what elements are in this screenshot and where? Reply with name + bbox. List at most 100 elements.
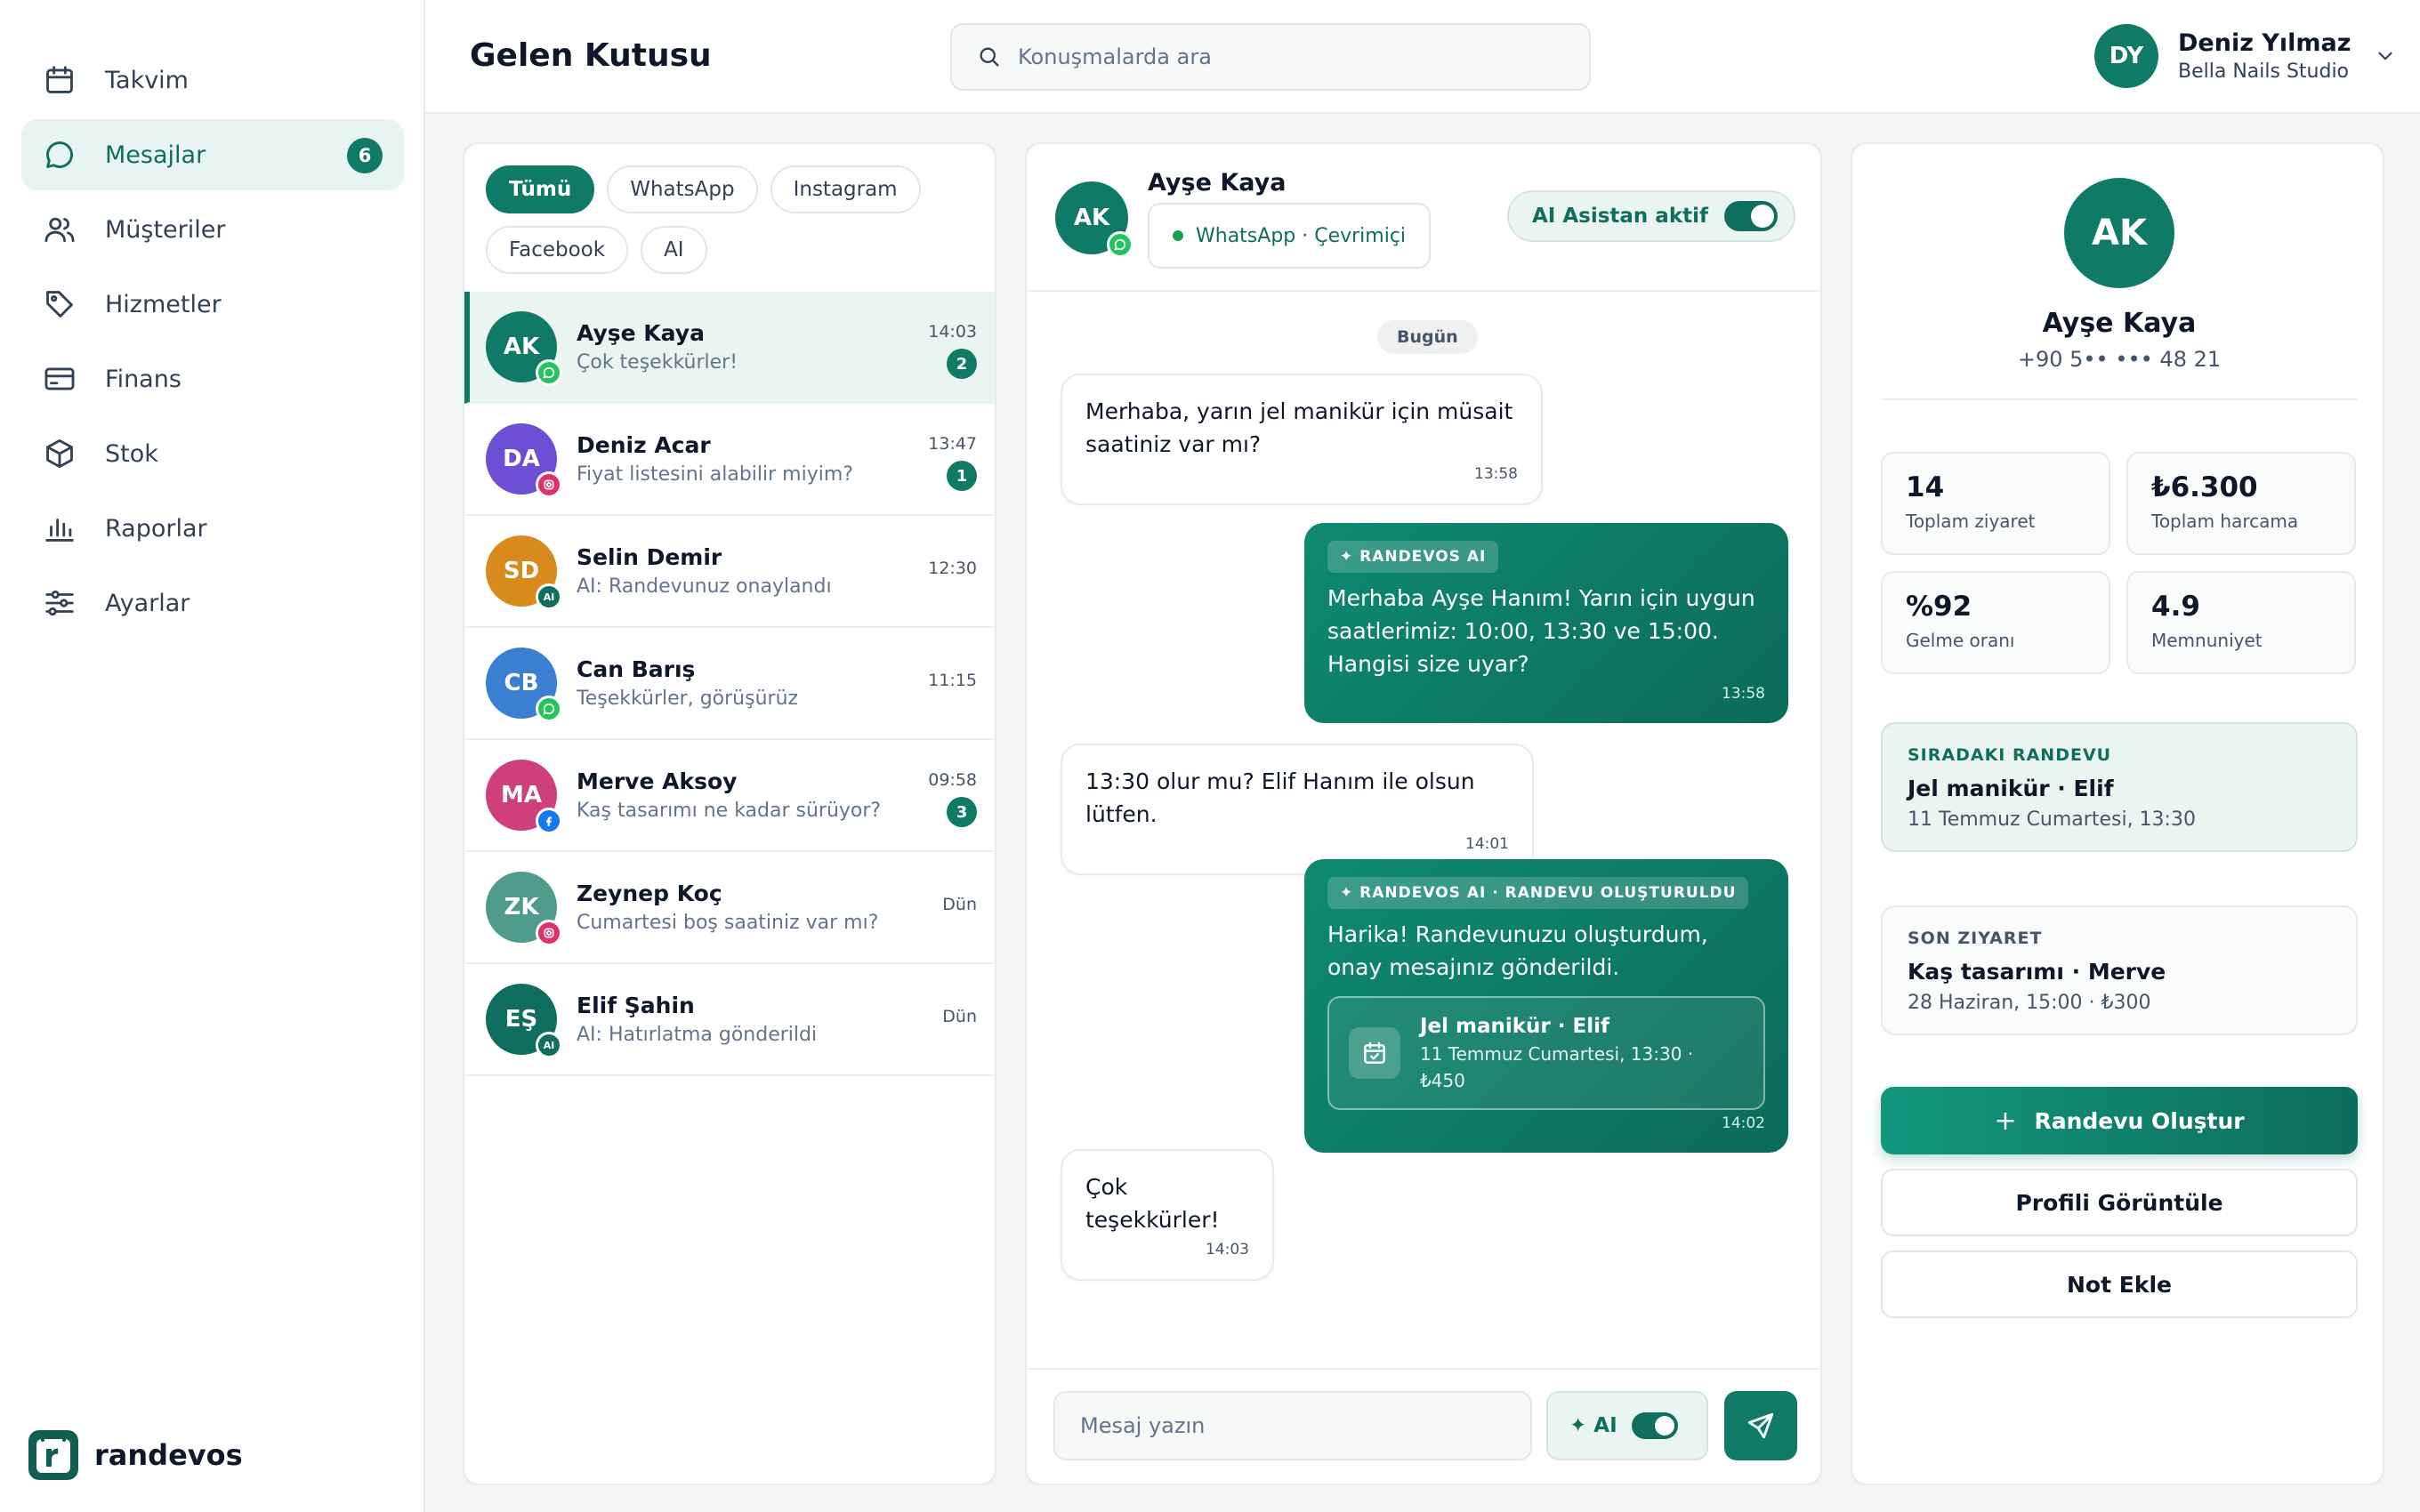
avatar-initials: DA [503, 446, 540, 472]
conversation-time: Dün [942, 1007, 977, 1026]
stat-value: 4.9 [2151, 591, 2200, 623]
ai-tag: ✦ RANDEVOS AI · RANDEVU OLUŞTURULDU [1327, 877, 1749, 909]
sidebar-item-mesajlar[interactable]: Mesajlar 6 [21, 119, 404, 190]
conversation-item[interactable]: DA Deniz Acar Fiyat listesini alabilir miy… [464, 404, 995, 516]
stat-label: Toplam harcama [2151, 511, 2299, 532]
sidebar-item-finans[interactable]: Finans [21, 343, 404, 414]
sidebar-item-label: Stok [105, 439, 158, 468]
conversation-name: Elif Şahin [577, 993, 695, 1018]
add-note-label: Not Ekle [2067, 1271, 2172, 1298]
stat-label: Toplam ziyaret [1906, 511, 2036, 532]
user-menu[interactable]: DY Deniz Yılmaz Bella Nails Studio [2094, 24, 2397, 88]
avatar[interactable]: AK [1055, 181, 1133, 258]
ai-assistant-toggle[interactable]: AI Asistan aktif [1506, 190, 1795, 242]
conversation-item[interactable]: EŞ AI Elif Şahin AI: Hatırlatma gönderildi D… [464, 964, 995, 1076]
unread-count-badge: 2 [947, 349, 977, 379]
create-appointment-button[interactable]: + Randevu Oluştur [1881, 1087, 2358, 1154]
filter-all[interactable]: Tümü [486, 165, 595, 213]
sidebar-item-raporlar[interactable]: Raporlar [21, 493, 404, 564]
message-text: 13:30 olur mu? Elif Hanım ile olsun lütf… [1085, 768, 1475, 827]
user-name: Deniz Yılmaz [2178, 29, 2351, 57]
conversation-item[interactable]: ZK Zeynep Koç Cumartesi boş saatiniz var m… [464, 852, 995, 964]
sidebar-item-hizmetler[interactable]: Hizmetler [21, 269, 404, 340]
calendar-check-icon [1349, 1027, 1400, 1079]
unread-count-badge: 3 [947, 797, 977, 827]
sidebar-item-stok[interactable]: Stok [21, 418, 404, 489]
next-appointment[interactable]: SIRADAKI RANDEVU Jel manikür · Elif 11 T… [1881, 722, 2358, 852]
unread-count-badge: 1 [947, 461, 977, 491]
message-text: Harika! Randevunuzu oluşturdum, onay mes… [1327, 921, 1708, 980]
sidebar-item-musteriler[interactable]: Müşteriler [21, 194, 404, 265]
sidebar-item-ayarlar[interactable]: Ayarlar [21, 567, 404, 639]
avatar: MA [486, 760, 562, 834]
ai-compose-toggle[interactable]: ✦ AI [1546, 1391, 1708, 1460]
conversation-time: 09:58 [928, 770, 977, 790]
page-title: Gelen Kutusu [470, 37, 712, 74]
search-input[interactable] [1018, 44, 1552, 69]
instagram-icon [536, 471, 562, 498]
divider [1881, 398, 2358, 400]
chevron-down-icon [2378, 52, 2393, 60]
conversation-item[interactable]: AK Ayşe Kaya Çok teşekkürler! 14:03 2 [464, 292, 995, 404]
avatar-initials: AK [1073, 205, 1110, 231]
appointment-card[interactable]: Jel manikür · Elif 11 Temmuz Cumartesi, … [1327, 996, 1765, 1110]
filter-instagram[interactable]: Instagram [770, 165, 921, 213]
stat-attendance-rate: %92 Gelme oranı [1881, 571, 2110, 674]
sidebar: Takvim Mesajlar 6 Müşteriler Hizmetler F… [0, 0, 425, 1512]
sidebar-item-label: Müşteriler [105, 215, 226, 244]
brand[interactable]: randevos [28, 1430, 243, 1480]
calendar-icon [46, 66, 73, 93]
filter-whatsapp[interactable]: WhatsApp [607, 165, 758, 213]
toggle-switch[interactable] [1724, 201, 1778, 231]
conversation-text: Zeynep Koç Cumartesi boş saatiniz var mı? [577, 881, 995, 934]
day-separator: Bugün [1377, 320, 1478, 354]
stat-label: Gelme oranı [1906, 630, 2015, 651]
customer-phone: +90 5•• ••• 48 21 [2017, 347, 2222, 372]
filter-ai[interactable]: AI [641, 226, 707, 274]
view-profile-button[interactable]: Profili Görüntüle [1881, 1169, 2358, 1236]
facebook-icon [536, 808, 562, 834]
conversation-item[interactable]: CB Can Barış Teşekkürler, görüşürüz 11:15 [464, 628, 995, 740]
stat-value: 14 [1906, 471, 1945, 503]
sliders-icon [45, 590, 74, 616]
avatar-initials: EŞ [504, 1006, 538, 1033]
message-input[interactable] [1053, 1391, 1532, 1460]
conversation-preview: AI: Hatırlatma gönderildi [577, 1024, 818, 1046]
filter-facebook[interactable]: Facebook [486, 226, 629, 274]
studio-name: Bella Nails Studio [2178, 60, 2350, 83]
message-time: 13:58 [1722, 685, 1765, 703]
last-visit-details: 28 Haziran, 15:00 · ₺300 [1908, 992, 2151, 1014]
top-header: Gelen Kutusu DY Deniz Yılmaz Bella Nails… [425, 0, 2420, 114]
conversation-name: Zeynep Koç [577, 881, 722, 906]
sidebar-item-label: Finans [105, 365, 182, 393]
whatsapp-icon [536, 696, 562, 722]
sidebar-item-takvim[interactable]: Takvim [21, 44, 404, 116]
ai-icon: AI [536, 583, 562, 610]
ai-toggle-label: AI Asistan aktif [1531, 205, 1708, 228]
plus-icon: + [1994, 1105, 2017, 1137]
appointment-details: 11 Temmuz Cumartesi, 13:30 · ₺450 [1419, 1043, 1694, 1091]
customer-profile: AK Ayşe Kaya +90 5•• ••• 48 21 14 Toplam… [1851, 142, 2384, 1485]
add-note-button[interactable]: Not Ekle [1881, 1251, 2358, 1318]
last-visit[interactable]: SON ZIYARET Kaş tasarımı · Merve 28 Hazi… [1881, 905, 2358, 1035]
message-incoming: Çok teşekkürler! 14:03 [1061, 1149, 1274, 1281]
conversation-preview: Teşekkürler, görüşürüz [577, 688, 799, 710]
message-time: 14:01 [1465, 835, 1509, 853]
customer-avatar: AK [2064, 178, 2174, 288]
chat-contact-name: Ayşe Kaya [1148, 169, 1287, 197]
conversation-item[interactable]: SD AI Selin Demir AI: Randevunuz onaylandı 1… [464, 516, 995, 628]
sidebar-item-label: Raporlar [105, 514, 207, 543]
conversation-meta: Dün [942, 1007, 977, 1026]
send-button[interactable] [1724, 1391, 1797, 1460]
stat-value: ₺6.300 [2151, 471, 2258, 503]
sidebar-item-label: Hizmetler [105, 290, 222, 318]
toggle-switch[interactable] [1631, 1412, 1678, 1439]
brand-name: randevos [94, 1438, 243, 1472]
conversation-time: 12:30 [928, 559, 977, 578]
message-text: Merhaba, yarın jel manikür için müsait s… [1085, 398, 1513, 457]
message-incoming: 13:30 olur mu? Elif Hanım ile olsun lütf… [1061, 744, 1534, 875]
stat-total-spend: ₺6.300 Toplam harcama [2126, 452, 2356, 555]
conversation-item[interactable]: MA Merve Aksoy Kaş tasarımı ne kadar sürüy… [464, 740, 995, 852]
message-outgoing-ai: ✦ RANDEVOS AI · RANDEVU OLUŞTURULDU Hari… [1304, 859, 1788, 1153]
bar-chart-icon [45, 519, 74, 542]
